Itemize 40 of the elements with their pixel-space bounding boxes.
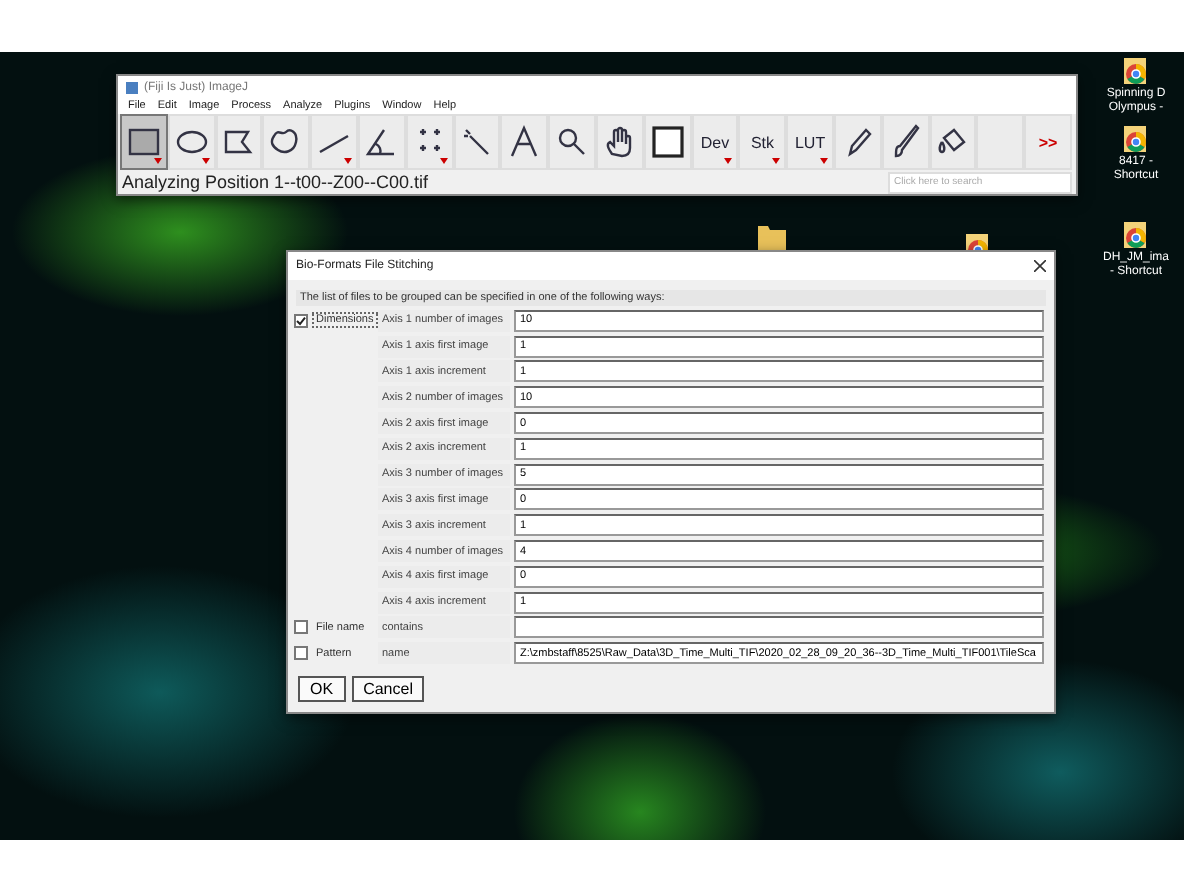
dropdown-arrow-icon xyxy=(343,158,352,164)
close-icon[interactable] xyxy=(1034,260,1046,272)
tool-button[interactable]: Stk xyxy=(738,114,787,170)
dropdown-arrow-icon xyxy=(724,158,733,164)
text-tool-button[interactable] xyxy=(500,114,549,170)
fill-tool-button[interactable] xyxy=(929,114,977,170)
color-swatch-icon xyxy=(649,124,686,160)
dropdown-arrow-icon xyxy=(772,158,781,164)
app-icon xyxy=(126,81,138,93)
dialog-button[interactable]: OK xyxy=(298,676,346,703)
color-tool-button[interactable] xyxy=(643,114,692,170)
checkmark-icon xyxy=(296,315,306,326)
shortcut-icon[interactable] xyxy=(1120,56,1152,88)
dropdown-arrow-icon xyxy=(201,158,210,164)
rectangle-tool-button[interactable] xyxy=(120,114,168,170)
zoom-tool-button[interactable] xyxy=(548,114,596,170)
tool-button[interactable]: >> xyxy=(1024,114,1072,170)
oval-tool-button[interactable] xyxy=(167,114,216,170)
pencil-tool-button[interactable] xyxy=(833,114,882,170)
shortcut-icon[interactable] xyxy=(1120,124,1152,156)
wand-tool-button[interactable] xyxy=(453,114,501,170)
shortcut-icon[interactable] xyxy=(1120,220,1152,252)
hand-tool-button[interactable] xyxy=(595,114,644,170)
dropdown-arrow-icon xyxy=(439,158,448,164)
input-field[interactable] xyxy=(514,616,1044,639)
freehand-tool-button[interactable] xyxy=(262,114,311,170)
dropdown-arrow-icon xyxy=(819,158,828,164)
brush-tool-button[interactable] xyxy=(881,114,930,170)
tool-button[interactable]: LUT xyxy=(786,114,834,170)
points-tool-button[interactable] xyxy=(405,114,454,170)
dropdown-arrow-icon xyxy=(153,158,162,164)
rectangle-icon xyxy=(125,124,162,160)
letter-icon xyxy=(506,124,543,160)
polygon-tool-button[interactable] xyxy=(215,114,263,170)
angle-tool-button[interactable] xyxy=(357,114,406,170)
dialog-button[interactable]: Cancel xyxy=(351,676,425,703)
tool-button[interactable]: Dev xyxy=(691,114,739,170)
line-tool-button[interactable] xyxy=(310,114,358,170)
status-text: Analyzing Position 1--t00--Z00--C00.tif xyxy=(122,172,429,192)
angle-icon xyxy=(363,124,400,160)
